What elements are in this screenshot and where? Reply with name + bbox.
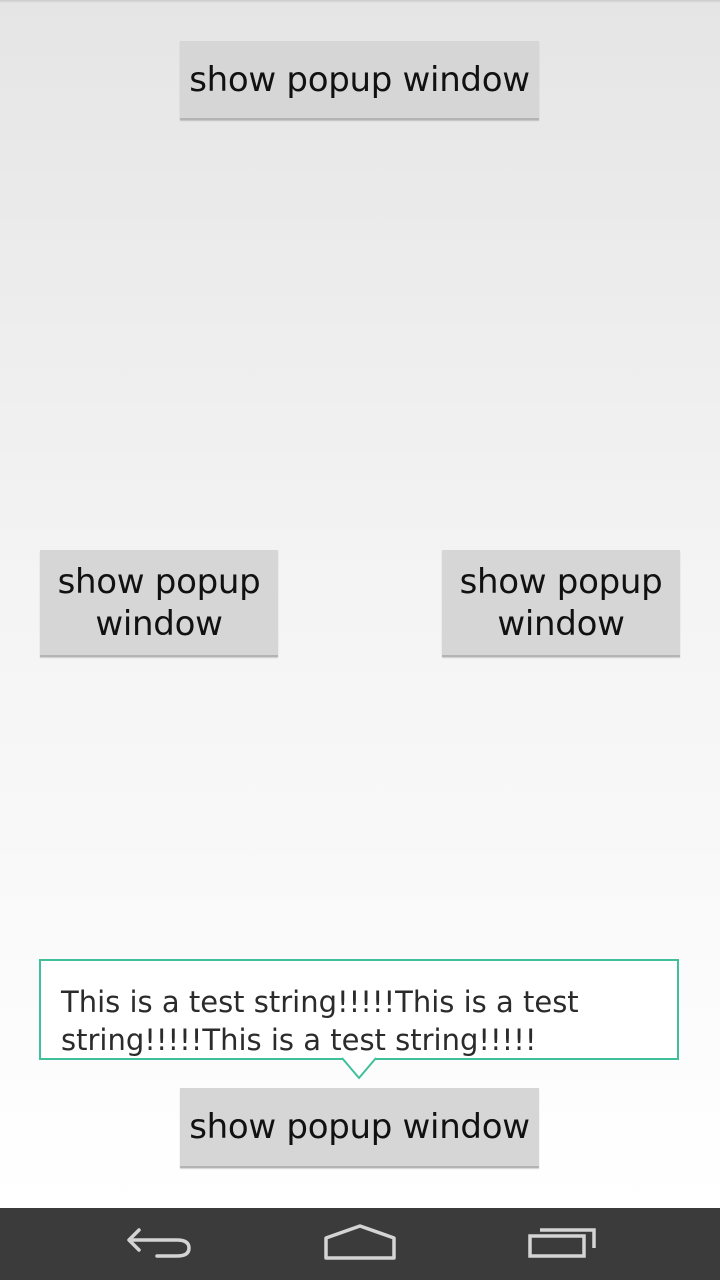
back-button[interactable] — [100, 1208, 220, 1280]
recents-icon — [526, 1222, 598, 1266]
back-icon — [125, 1222, 195, 1266]
home-button[interactable] — [300, 1208, 420, 1280]
show-popup-button-top[interactable]: show popup window — [180, 41, 539, 120]
recents-button[interactable] — [502, 1208, 622, 1280]
show-popup-button-right[interactable]: show popup window — [442, 550, 680, 657]
show-popup-button-top-label: show popup window — [189, 59, 530, 100]
show-popup-button-left-label: show popup window — [57, 561, 261, 644]
action-bar-shadow — [0, 0, 720, 3]
app-screen: show popup window show popup window show… — [0, 0, 720, 1208]
popup-window: This is a test string!!!!!This is a test… — [39, 959, 679, 1060]
show-popup-button-bottom-label: show popup window — [189, 1107, 530, 1147]
home-icon — [322, 1222, 398, 1266]
show-popup-button-left[interactable]: show popup window — [40, 550, 278, 657]
show-popup-button-right-label: show popup window — [459, 561, 663, 644]
navigation-bar — [0, 1208, 720, 1280]
show-popup-button-bottom[interactable]: show popup window — [180, 1088, 539, 1168]
popup-text: This is a test string!!!!!This is a test… — [61, 985, 579, 1057]
